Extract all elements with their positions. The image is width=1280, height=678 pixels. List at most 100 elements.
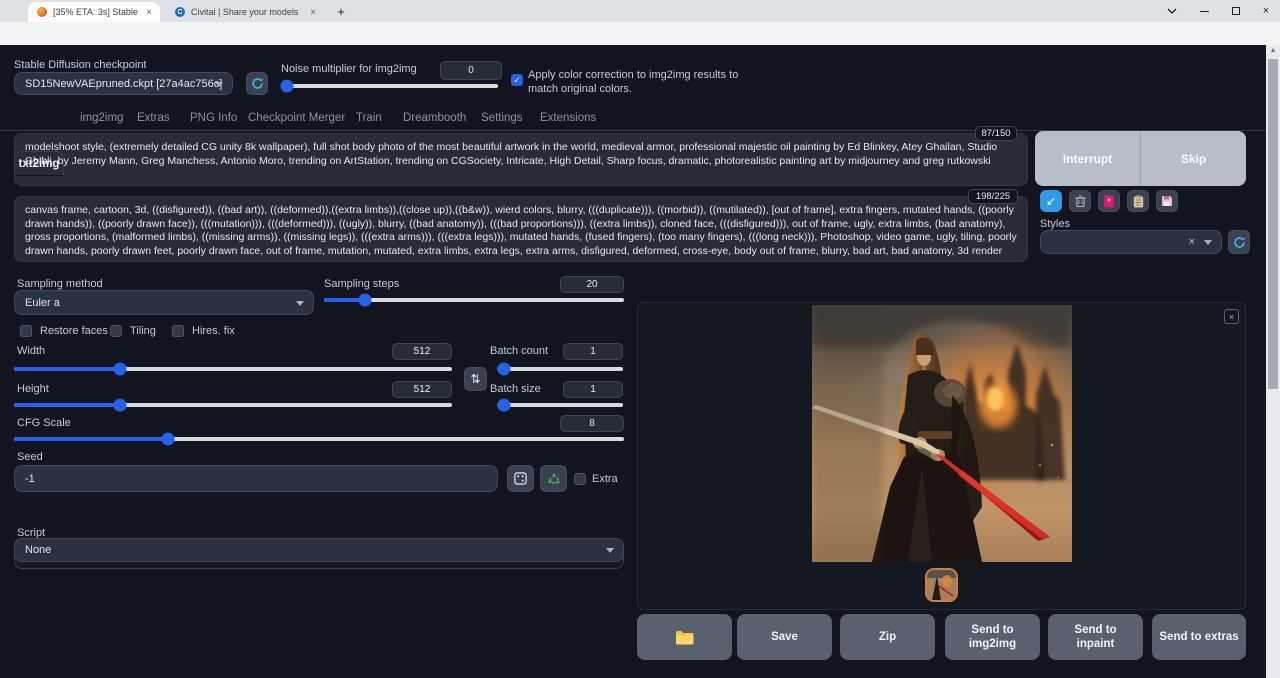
height-slider[interactable] [14,403,452,407]
batch-size-input[interactable]: 1 [563,381,623,398]
random-seed-button[interactable] [507,465,534,492]
slider-thumb[interactable] [114,399,127,412]
slider-thumb[interactable] [162,433,175,446]
refresh-icon [251,77,264,90]
cfg-scale-slider[interactable] [14,437,624,441]
floppy-icon [1161,195,1173,207]
script-dropdown[interactable]: None [14,538,624,562]
extra-seed-checkbox[interactable] [574,473,586,485]
scroll-up-icon[interactable]: ▲ [1266,47,1280,54]
checkpoint-refresh-button[interactable] [246,72,268,95]
gallery-thumbnail-selected[interactable] [925,568,958,602]
prompt-token-counter: 87/150 [975,126,1017,141]
height-input[interactable]: 512 [392,381,452,398]
extra-seed-label: Extra [592,473,618,485]
slider-thumb[interactable] [498,363,511,376]
zip-button[interactable]: Zip [840,614,935,660]
restore-faces-checkbox[interactable] [20,325,32,337]
browser-tab-sd[interactable]: [35% ETA: 3s] Stable Diffusion × [28,2,160,22]
dice-icon [514,472,527,485]
close-icon: × [1229,312,1234,322]
window-restore-icon[interactable] [1222,0,1250,22]
tab-settings[interactable]: Settings [481,112,523,124]
close-image-button[interactable]: × [1224,309,1239,324]
card-icon [1103,195,1115,208]
batch-size-label: Batch size [490,383,541,395]
chevron-down-icon [296,301,304,306]
swap-dimensions-button[interactable]: ⇅ [464,367,487,391]
slider-thumb[interactable] [281,80,294,93]
generated-image[interactable] [812,305,1072,562]
negative-prompt-textarea[interactable]: canvas frame, cartoon, 3d, ((disfigured)… [14,196,1028,262]
window-minimize-icon[interactable] [1190,0,1218,22]
paste-generation-params-button[interactable]: ↙ [1040,190,1062,212]
extra-networks-button[interactable] [1098,190,1120,212]
noise-multiplier-input[interactable]: 0 [440,61,502,80]
sampling-steps-label: Sampling steps [324,278,399,290]
seed-input[interactable]: -1 [14,465,498,492]
thumbnail-image [927,570,956,600]
send-to-extras-button[interactable]: Send to extras [1152,614,1246,660]
sampling-steps-input[interactable]: 20 [560,276,624,293]
open-folder-button[interactable] [637,614,732,660]
checkpoint-label: Stable Diffusion checkpoint [14,59,147,71]
browser-tab-strip: [35% ETA: 3s] Stable Diffusion × C Civit… [0,0,1280,22]
tab-extensions[interactable]: Extensions [540,112,596,124]
tiling-label: Tiling [130,325,156,337]
slider-thumb[interactable] [114,363,127,376]
sampling-steps-slider[interactable] [324,298,624,302]
tab-close-icon[interactable]: × [146,7,152,18]
tab-img2img[interactable]: img2img [80,112,123,124]
checkpoint-dropdown[interactable]: SD15NewVAEpruned.ckpt [27a4ac756c] [14,72,233,95]
clear-selection-icon[interactable]: × [1189,236,1195,248]
window-chevron-icon[interactable] [1158,0,1186,22]
sampling-method-dropdown[interactable]: Euler a [14,290,314,315]
checkpoint-value: SD15NewVAEpruned.ckpt [27a4ac756c] [25,78,222,90]
clear-prompt-button[interactable] [1069,190,1091,212]
send-to-inpaint-button[interactable]: Send to inpaint [1048,614,1143,660]
tab-png-info[interactable]: PNG Info [190,112,237,124]
styles-label: Styles [1040,218,1070,230]
tab-extras[interactable]: Extras [137,112,170,124]
save-button[interactable]: Save [737,614,832,660]
tab-txt2img[interactable]: txt2img [14,151,64,176]
batch-count-label: Batch count [490,345,548,357]
arrow-down-left-icon: ↙ [1046,194,1056,208]
browser-tab-title: [35% ETA: 3s] Stable Diffusion [53,7,140,17]
tiling-checkbox[interactable] [110,325,122,337]
width-input[interactable]: 512 [392,343,452,360]
cfg-scale-input[interactable]: 8 [560,415,624,432]
skip-button[interactable]: Skip [1141,131,1246,186]
tab-close-icon[interactable]: × [310,7,316,18]
sd-favicon [37,7,47,17]
scrollbar-thumb[interactable] [1268,59,1278,389]
width-label: Width [17,345,45,357]
apply-styles-button[interactable] [1127,190,1149,212]
color-correction-label: Apply color correction to img2img result… [528,68,766,96]
prompt-textarea[interactable]: modelshoot style, (extremely detailed CG… [14,133,1028,186]
tab-checkpoint-merger[interactable]: Checkpoint Merger [248,112,345,124]
styles-refresh-button[interactable] [1228,230,1250,254]
slider-thumb[interactable] [498,399,511,412]
noise-multiplier-slider[interactable] [281,84,498,88]
send-to-img2img-button[interactable]: Send to img2img [945,614,1040,660]
batch-size-slider[interactable] [497,403,623,407]
batch-count-input[interactable]: 1 [563,343,623,360]
page-scrollbar[interactable]: ▲ [1266,45,1280,678]
color-correction-checkbox[interactable]: ✓ [511,74,523,86]
width-slider[interactable] [14,367,452,371]
tab-train[interactable]: Train [356,112,382,124]
interrupt-button[interactable]: Interrupt [1035,131,1141,186]
tab-dreambooth[interactable]: Dreambooth [403,112,466,124]
slider-thumb[interactable] [359,294,372,307]
styles-dropdown[interactable]: × [1040,230,1222,254]
save-style-button[interactable] [1156,190,1178,212]
browser-tab-civitai[interactable]: C Civitai | Share your models × [166,2,324,22]
hires-fix-checkbox[interactable] [172,325,184,337]
batch-count-slider[interactable] [497,367,623,371]
window-close-icon[interactable]: × [1252,0,1280,22]
chevron-down-icon [215,82,223,87]
sd-webui-page: Stable Diffusion checkpoint SD15NewVAEpr… [0,45,1266,678]
new-tab-icon[interactable]: + [330,0,352,22]
reuse-seed-button[interactable] [540,465,567,492]
